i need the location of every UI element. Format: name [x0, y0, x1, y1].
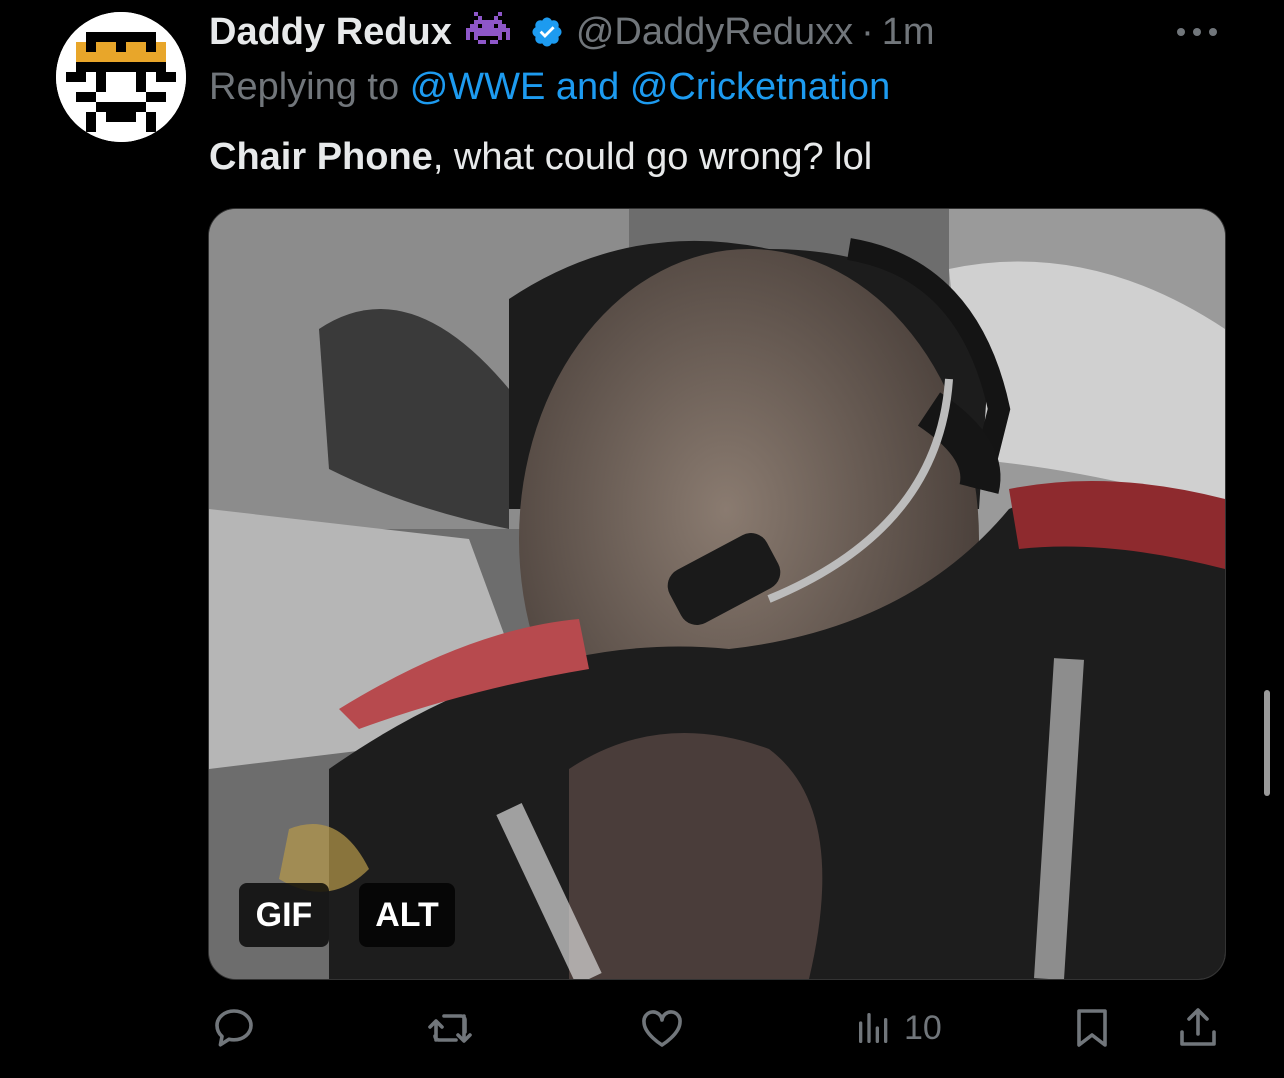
views-icon	[859, 1013, 888, 1043]
bookmark-button[interactable]	[1068, 996, 1116, 1060]
verified-badge-icon[interactable]	[530, 15, 564, 49]
tweet-actions-bar: 10	[0, 996, 1284, 1060]
reply-button[interactable]	[210, 996, 258, 1060]
retweet-button[interactable]	[426, 996, 474, 1060]
more-options-icon[interactable]	[1172, 20, 1222, 44]
tweet-text-bold: Chair Phone	[209, 136, 433, 178]
handle[interactable]: @DaddyReduxx	[576, 11, 853, 54]
views-button[interactable]: 10	[854, 996, 942, 1060]
retweet-icon	[428, 1014, 472, 1043]
tweet-text: Chair Phone, what could go wrong? lol	[209, 136, 872, 179]
reply-icon	[215, 1009, 253, 1047]
share-icon	[1180, 1008, 1216, 1046]
views-count: 10	[904, 1008, 942, 1047]
like-icon	[642, 1010, 682, 1047]
reply-to-links[interactable]: @WWE and @Cricketnation	[410, 66, 891, 108]
gif-badge: GIF	[239, 883, 329, 947]
tweet-text-rest: , what could go wrong? lol	[432, 136, 873, 178]
gif-frame-image	[209, 209, 1225, 979]
reply-context: Replying to @WWE and @Cricketnation	[209, 66, 890, 109]
avatar[interactable]	[56, 12, 186, 142]
tweet-header: Daddy Redux @DaddyReduxx · 1m	[209, 8, 935, 56]
tweet-gif-media[interactable]: GIF ALT	[208, 208, 1226, 980]
scrollbar[interactable]	[1264, 690, 1270, 796]
bookmark-icon	[1077, 1009, 1107, 1047]
display-name[interactable]: Daddy Redux	[209, 11, 452, 54]
alien-monster-emoji-icon	[465, 12, 510, 52]
alt-text-button[interactable]: ALT	[359, 883, 455, 947]
timestamp[interactable]: 1m	[882, 11, 935, 54]
reply-prefix: Replying to	[209, 66, 400, 108]
separator: ·	[861, 10, 874, 53]
share-button[interactable]	[1174, 996, 1222, 1060]
like-button[interactable]	[638, 996, 686, 1060]
